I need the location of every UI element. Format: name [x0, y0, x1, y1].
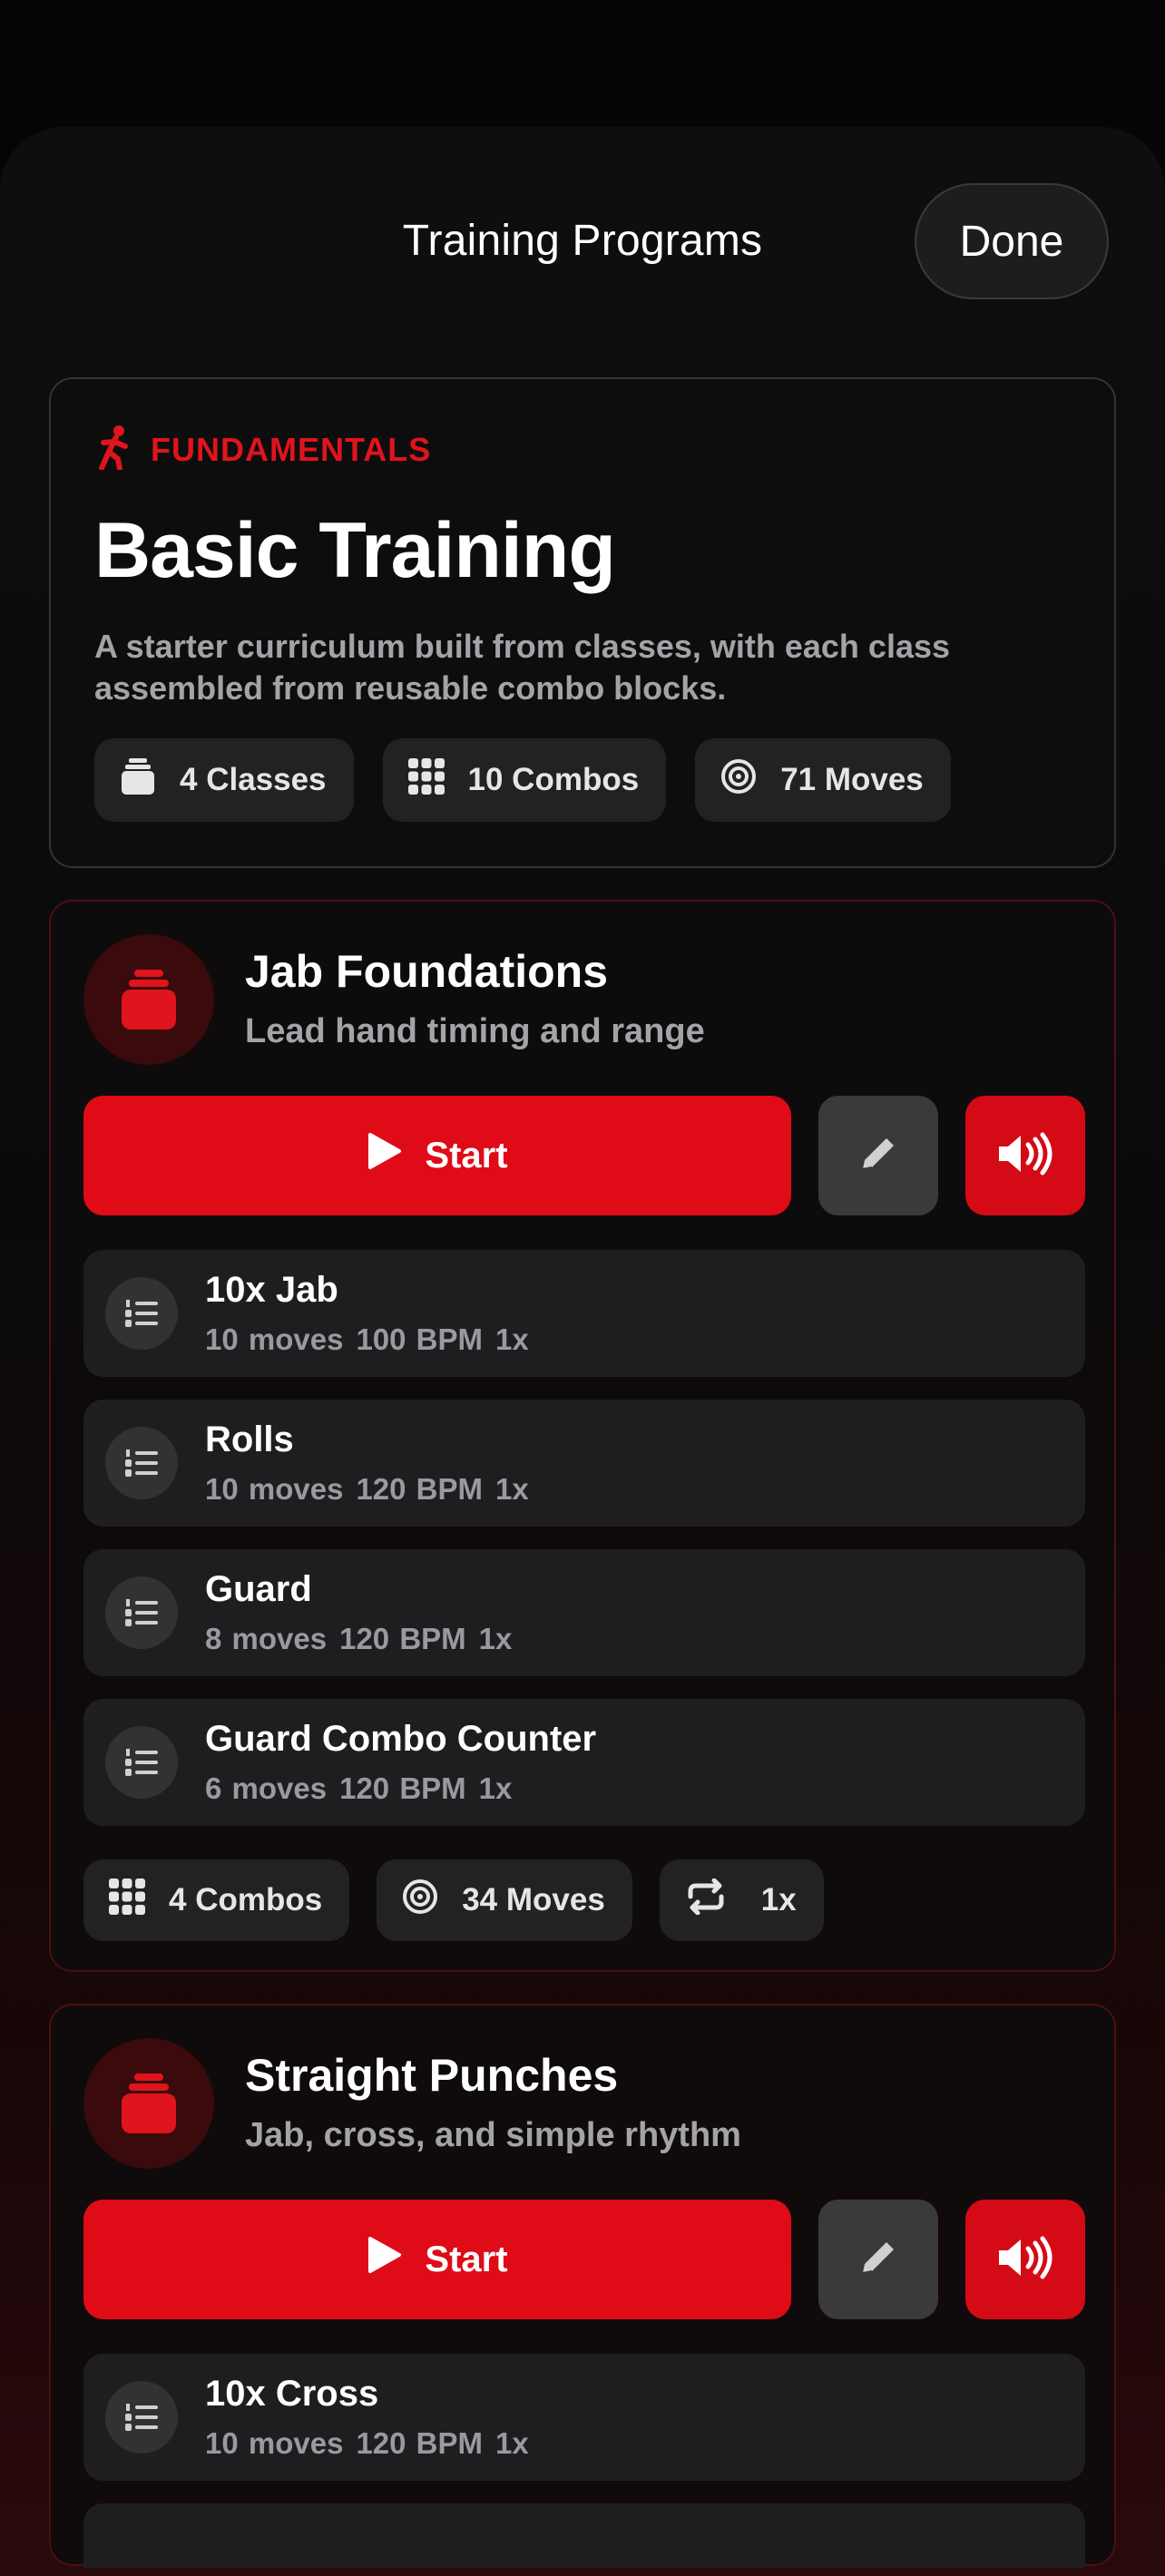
grid-icon: [407, 757, 445, 803]
combos-stat: 10 Combos: [382, 738, 667, 822]
combo-row[interactable]: 10x Jab 10 moves 100 BPM 1x: [83, 1250, 1085, 1377]
class-summary: 4 Combos 34 Moves 1x: [83, 1859, 824, 1941]
combo-moves: 8 moves: [205, 1622, 328, 1655]
repeat-icon: [685, 1878, 727, 1923]
numbered-list-icon: [105, 2381, 178, 2454]
classes-count: 4 Classes: [180, 762, 327, 797]
combo-reps: 1x: [495, 1472, 529, 1506]
class-name: Jab Foundations: [245, 946, 608, 997]
class-card[interactable]: Straight Punches Jab, cross, and simple …: [49, 2004, 1116, 2568]
combo-meta: 10 moves 100 BPM 1x: [205, 1322, 542, 1357]
numbered-list-icon: [105, 1726, 178, 1799]
class-card[interactable]: Jab Foundations Lead hand timing and ran…: [49, 900, 1116, 1972]
play-icon: [367, 1131, 403, 1180]
combo-meta: 10 moves 120 BPM 1x: [205, 1472, 542, 1507]
start-button[interactable]: Start: [83, 1096, 791, 1215]
combo-bpm: 100 BPM: [356, 1322, 483, 1356]
edit-button[interactable]: [818, 2200, 938, 2319]
pencil-icon: [856, 1131, 901, 1181]
done-button[interactable]: Done: [915, 183, 1109, 299]
target-icon: [720, 758, 757, 803]
start-label: Start: [425, 2239, 508, 2279]
combo-reps: 1x: [478, 1771, 513, 1805]
combo-reps: 1x: [495, 2426, 529, 2460]
start-label: Start: [425, 1135, 508, 1176]
moves-stat: 71 Moves: [695, 738, 951, 822]
combo-name: 10x Cross: [205, 2374, 379, 2414]
combo-moves: 6 moves: [205, 1771, 328, 1805]
combo-bpm: 120 BPM: [356, 2426, 483, 2460]
figure-icon: [94, 424, 134, 474]
class-name: Straight Punches: [245, 2050, 619, 2101]
class-subtitle: Jab, cross, and simple rhythm: [245, 2116, 741, 2154]
combo-row[interactable]: Guard 8 moves 120 BPM 1x: [83, 1549, 1085, 1676]
start-button[interactable]: Start: [83, 2200, 791, 2319]
combo-row[interactable]: [83, 2503, 1085, 2568]
numbered-list-icon: [105, 1427, 178, 1499]
combo-name: 10x Jab: [205, 1270, 338, 1310]
numbered-list-icon: [105, 1277, 178, 1350]
combo-reps: 1x: [478, 1622, 513, 1655]
combo-row[interactable]: Guard Combo Counter 6 moves 120 BPM 1x: [83, 1699, 1085, 1826]
combo-moves: 10 moves: [205, 2426, 344, 2460]
repeat-stat: 1x: [659, 1859, 824, 1941]
combo-bpm: 120 BPM: [356, 1472, 483, 1506]
combos-stat: 4 Combos: [83, 1859, 350, 1941]
edit-button[interactable]: [818, 1096, 938, 1215]
level-row: FUNDAMENTALS: [94, 424, 431, 474]
target-icon: [402, 1878, 438, 1923]
level-label: FUNDAMENTALS: [151, 430, 432, 468]
program-description: A starter curriculum built from classes,…: [94, 628, 951, 707]
combo-meta: 10 moves 120 BPM 1x: [205, 2426, 542, 2461]
pencil-icon: [856, 2235, 901, 2285]
numbered-list-icon: [105, 1576, 178, 1649]
combo-name: Guard: [205, 1569, 312, 1609]
combo-bpm: 120 BPM: [339, 1771, 466, 1805]
combo-moves: 10 moves: [205, 1322, 344, 1356]
program-card: FUNDAMENTALS Basic Training A starter cu…: [49, 377, 1116, 868]
combo-row[interactable]: Rolls 10 moves 120 BPM 1x: [83, 1400, 1085, 1527]
class-stack-icon: [120, 756, 156, 805]
moves-count: 34 Moves: [462, 1882, 605, 1917]
class-subtitle: Lead hand timing and range: [245, 1012, 705, 1050]
grid-icon: [109, 1878, 145, 1923]
combo-name: Guard Combo Counter: [205, 1719, 597, 1759]
combo-bpm: 120 BPM: [339, 1622, 466, 1655]
moves-count: 71 Moves: [780, 762, 924, 797]
speaker-icon: [995, 1132, 1055, 1180]
sound-button[interactable]: [965, 2200, 1085, 2319]
combos-count: 10 Combos: [467, 762, 640, 797]
combo-meta: 8 moves 120 BPM 1x: [205, 1622, 524, 1656]
combo-name: Rolls: [205, 1420, 294, 1459]
combo-moves: 10 moves: [205, 1472, 344, 1506]
repeat-count: 1x: [760, 1882, 797, 1917]
class-icon: [83, 934, 214, 1065]
combos-count: 4 Combos: [169, 1882, 323, 1917]
program-stats: 4 Classes 10 Combos 71 Moves: [94, 738, 951, 822]
moves-stat: 34 Moves: [377, 1859, 632, 1941]
play-icon: [367, 2235, 403, 2284]
speaker-icon: [995, 2236, 1055, 2284]
combo-reps: 1x: [495, 1322, 529, 1356]
combo-meta: 6 moves 120 BPM 1x: [205, 1771, 524, 1806]
sound-button[interactable]: [965, 1096, 1085, 1215]
program-title: Basic Training: [94, 507, 616, 594]
classes-stat: 4 Classes: [94, 738, 354, 822]
class-icon: [83, 2038, 214, 2169]
combo-row[interactable]: 10x Cross 10 moves 120 BPM 1x: [83, 2354, 1085, 2481]
